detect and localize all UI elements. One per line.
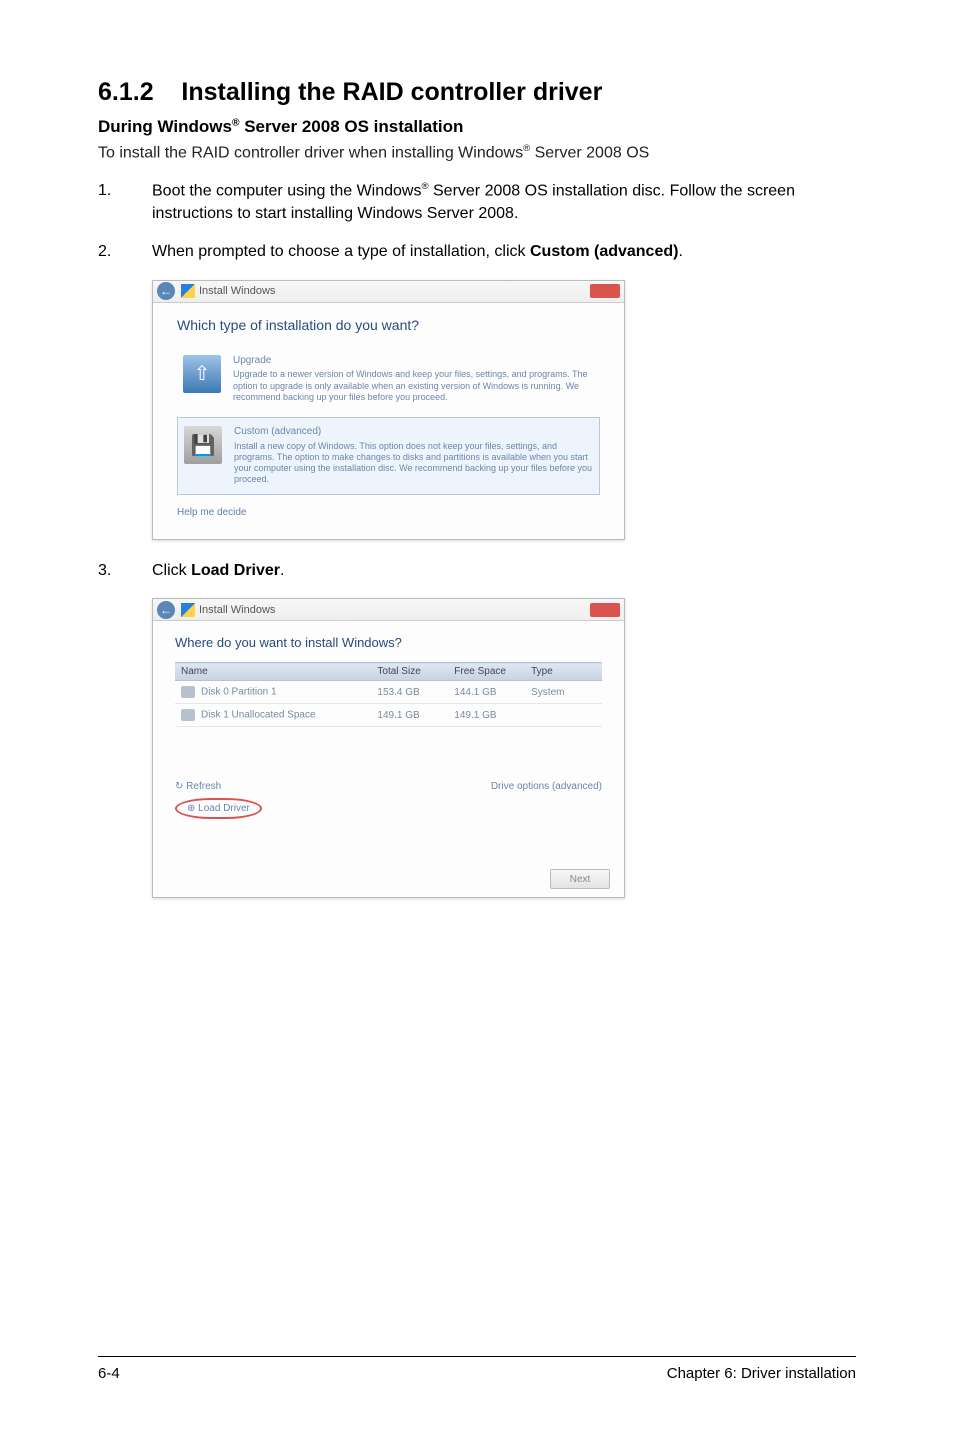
choice-text: Custom (advanced) Install a new copy of … bbox=[234, 426, 593, 486]
section-title: Installing the RAID controller driver bbox=[181, 78, 602, 106]
step-body: Click Load Driver. bbox=[152, 560, 856, 582]
intro-suffix: Server 2008 OS bbox=[530, 144, 649, 161]
subheading-prefix: During Windows bbox=[98, 117, 232, 136]
install-location-dialog: ← Install Windows Where do you want to i… bbox=[152, 598, 625, 898]
step-body: When prompted to choose a type of instal… bbox=[152, 241, 856, 263]
step-3: 3. Click Load Driver. bbox=[98, 560, 856, 582]
col-totalsize[interactable]: Total Size bbox=[371, 663, 448, 681]
cell-size: 149.1 GB bbox=[371, 704, 448, 727]
step-1: 1. Boot the computer using the Windows® … bbox=[98, 180, 856, 225]
upgrade-desc: Upgrade to a newer version of Windows an… bbox=[233, 369, 594, 403]
cell-type: System bbox=[525, 681, 602, 704]
back-icon[interactable]: ← bbox=[157, 282, 175, 300]
table-row[interactable]: Disk 0 Partition 1 153.4 GB 144.1 GB Sys… bbox=[175, 681, 602, 704]
custom-desc: Install a new copy of Windows. This opti… bbox=[234, 441, 593, 486]
step-bold: Load Driver bbox=[191, 562, 280, 579]
chapter-label: Chapter 6: Driver installation bbox=[667, 1365, 856, 1382]
step-text: . bbox=[678, 243, 682, 260]
cell-size: 153.4 GB bbox=[371, 681, 448, 704]
load-driver-link[interactable]: ⊕ Load Driver bbox=[175, 798, 262, 819]
cell-name: Disk 1 Unallocated Space bbox=[201, 710, 316, 721]
step-text: . bbox=[280, 562, 284, 579]
load-driver-label: Load Driver bbox=[198, 803, 250, 814]
dialog-titlebar: ← Install Windows bbox=[153, 599, 624, 621]
back-icon[interactable]: ← bbox=[157, 601, 175, 619]
dialog-heading: Which type of installation do you want? bbox=[177, 317, 600, 333]
registered-symbol: ® bbox=[421, 181, 428, 192]
step-number: 2. bbox=[98, 241, 152, 263]
close-icon[interactable] bbox=[590, 603, 620, 617]
next-button[interactable]: Next bbox=[550, 869, 610, 889]
upgrade-title: Upgrade bbox=[233, 355, 594, 368]
dialog-titlebar: ← Install Windows bbox=[153, 281, 624, 303]
refresh-label: Refresh bbox=[186, 781, 221, 792]
step-body: Boot the computer using the Windows® Ser… bbox=[152, 180, 856, 225]
shield-icon bbox=[181, 284, 195, 298]
disk-icon bbox=[181, 686, 195, 698]
custom-title: Custom (advanced) bbox=[234, 426, 593, 439]
intro-prefix: To install the RAID controller driver wh… bbox=[98, 144, 523, 161]
section-number: 6.1.2 bbox=[98, 78, 154, 106]
subsection-heading: During Windows® Server 2008 OS installat… bbox=[98, 117, 856, 137]
page-number: 6-4 bbox=[98, 1365, 120, 1382]
close-icon[interactable] bbox=[590, 284, 620, 298]
intro-text: To install the RAID controller driver wh… bbox=[98, 143, 856, 162]
dialog-title: Install Windows bbox=[199, 604, 275, 616]
custom-option[interactable]: 💾 Custom (advanced) Install a new copy o… bbox=[177, 417, 600, 495]
cell-type bbox=[525, 704, 602, 727]
refresh-link[interactable]: ↻ Refresh bbox=[175, 781, 262, 792]
upgrade-option[interactable]: ⇧ Upgrade Upgrade to a newer version of … bbox=[177, 347, 600, 411]
dialog-heading: Where do you want to install Windows? bbox=[175, 635, 602, 650]
cell-name: Disk 0 Partition 1 bbox=[201, 687, 277, 698]
install-type-dialog: ← Install Windows Which type of installa… bbox=[152, 280, 625, 540]
cell-free: 144.1 GB bbox=[448, 681, 525, 704]
partition-table: Name Total Size Free Space Type Disk 0 P… bbox=[175, 662, 602, 727]
help-link[interactable]: Help me decide bbox=[177, 507, 600, 518]
col-type[interactable]: Type bbox=[525, 663, 602, 681]
custom-icon: 💾 bbox=[184, 426, 222, 464]
table-row[interactable]: Disk 1 Unallocated Space 149.1 GB 149.1 … bbox=[175, 704, 602, 727]
cell-free: 149.1 GB bbox=[448, 704, 525, 727]
step-number: 3. bbox=[98, 560, 152, 582]
step-2: 2. When prompted to choose a type of ins… bbox=[98, 241, 856, 263]
choice-text: Upgrade Upgrade to a newer version of Wi… bbox=[233, 355, 594, 403]
step-text: When prompted to choose a type of instal… bbox=[152, 243, 530, 260]
step-number: 1. bbox=[98, 180, 152, 225]
table-header: Name Total Size Free Space Type bbox=[175, 663, 602, 681]
step-bold: Custom (advanced) bbox=[530, 243, 678, 260]
col-freespace[interactable]: Free Space bbox=[448, 663, 525, 681]
col-name[interactable]: Name bbox=[175, 663, 371, 681]
page-footer: 6-4 Chapter 6: Driver installation bbox=[98, 1356, 856, 1382]
shield-icon bbox=[181, 603, 195, 617]
subheading-suffix: Server 2008 OS installation bbox=[239, 117, 463, 136]
upgrade-icon: ⇧ bbox=[183, 355, 221, 393]
step-text: Boot the computer using the Windows bbox=[152, 183, 421, 200]
disk-icon bbox=[181, 709, 195, 721]
section-heading: 6.1.2 Installing the RAID controller dri… bbox=[98, 78, 856, 107]
step-text: Click bbox=[152, 562, 191, 579]
drive-options-link[interactable]: Drive options (advanced) bbox=[491, 781, 602, 792]
dialog-title: Install Windows bbox=[199, 285, 275, 297]
